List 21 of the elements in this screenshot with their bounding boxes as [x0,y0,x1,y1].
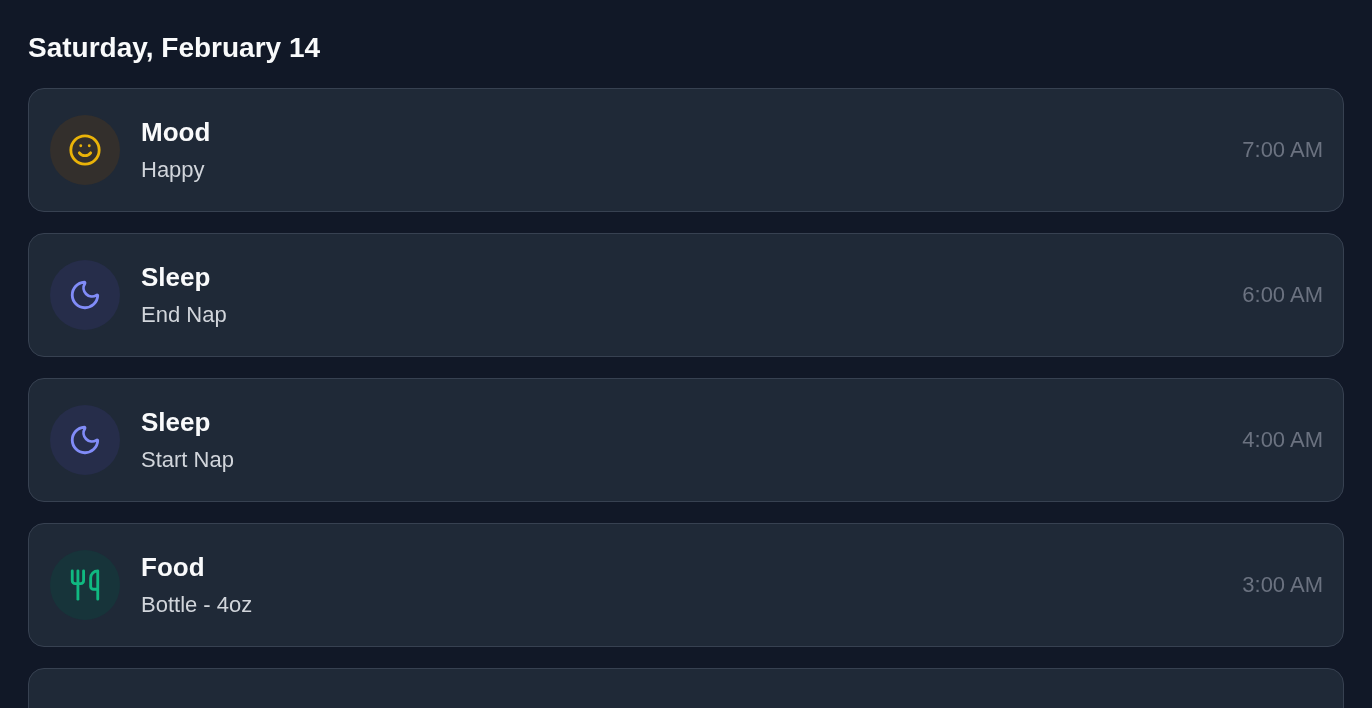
entry-time: 4:00 AM [1242,427,1323,453]
moon-icon [68,423,102,457]
entry-title: Sleep [141,262,212,292]
entry-detail: Start Nap [141,447,235,473]
entry-card[interactable]: Sleep Start Nap 4:00 AM [28,378,1344,502]
entry-title: Food [141,552,206,582]
moon-icon [68,278,102,312]
entry-card[interactable]: Mood Happy 7:00 AM [28,88,1344,212]
entry-detail: End Nap [141,302,228,328]
entry-title: Sleep [141,407,212,437]
entry-time: 3:00 AM [1242,572,1323,598]
date-heading: Saturday, February 14 [28,31,322,65]
entry-time: 6:00 AM [1242,282,1323,308]
entry-card[interactable]: Sleep End Nap 6:00 AM [28,233,1344,357]
entry-detail: Happy [141,157,206,183]
smiley-icon [68,133,102,167]
entry-time: 7:00 AM [1242,137,1323,163]
entry-detail: Bottle - 4oz [141,592,254,618]
entry-card[interactable]: Food Bottle - 4oz 3:00 AM [28,523,1344,647]
fork-knife-icon [68,568,102,602]
entry-title: Mood [141,117,212,147]
